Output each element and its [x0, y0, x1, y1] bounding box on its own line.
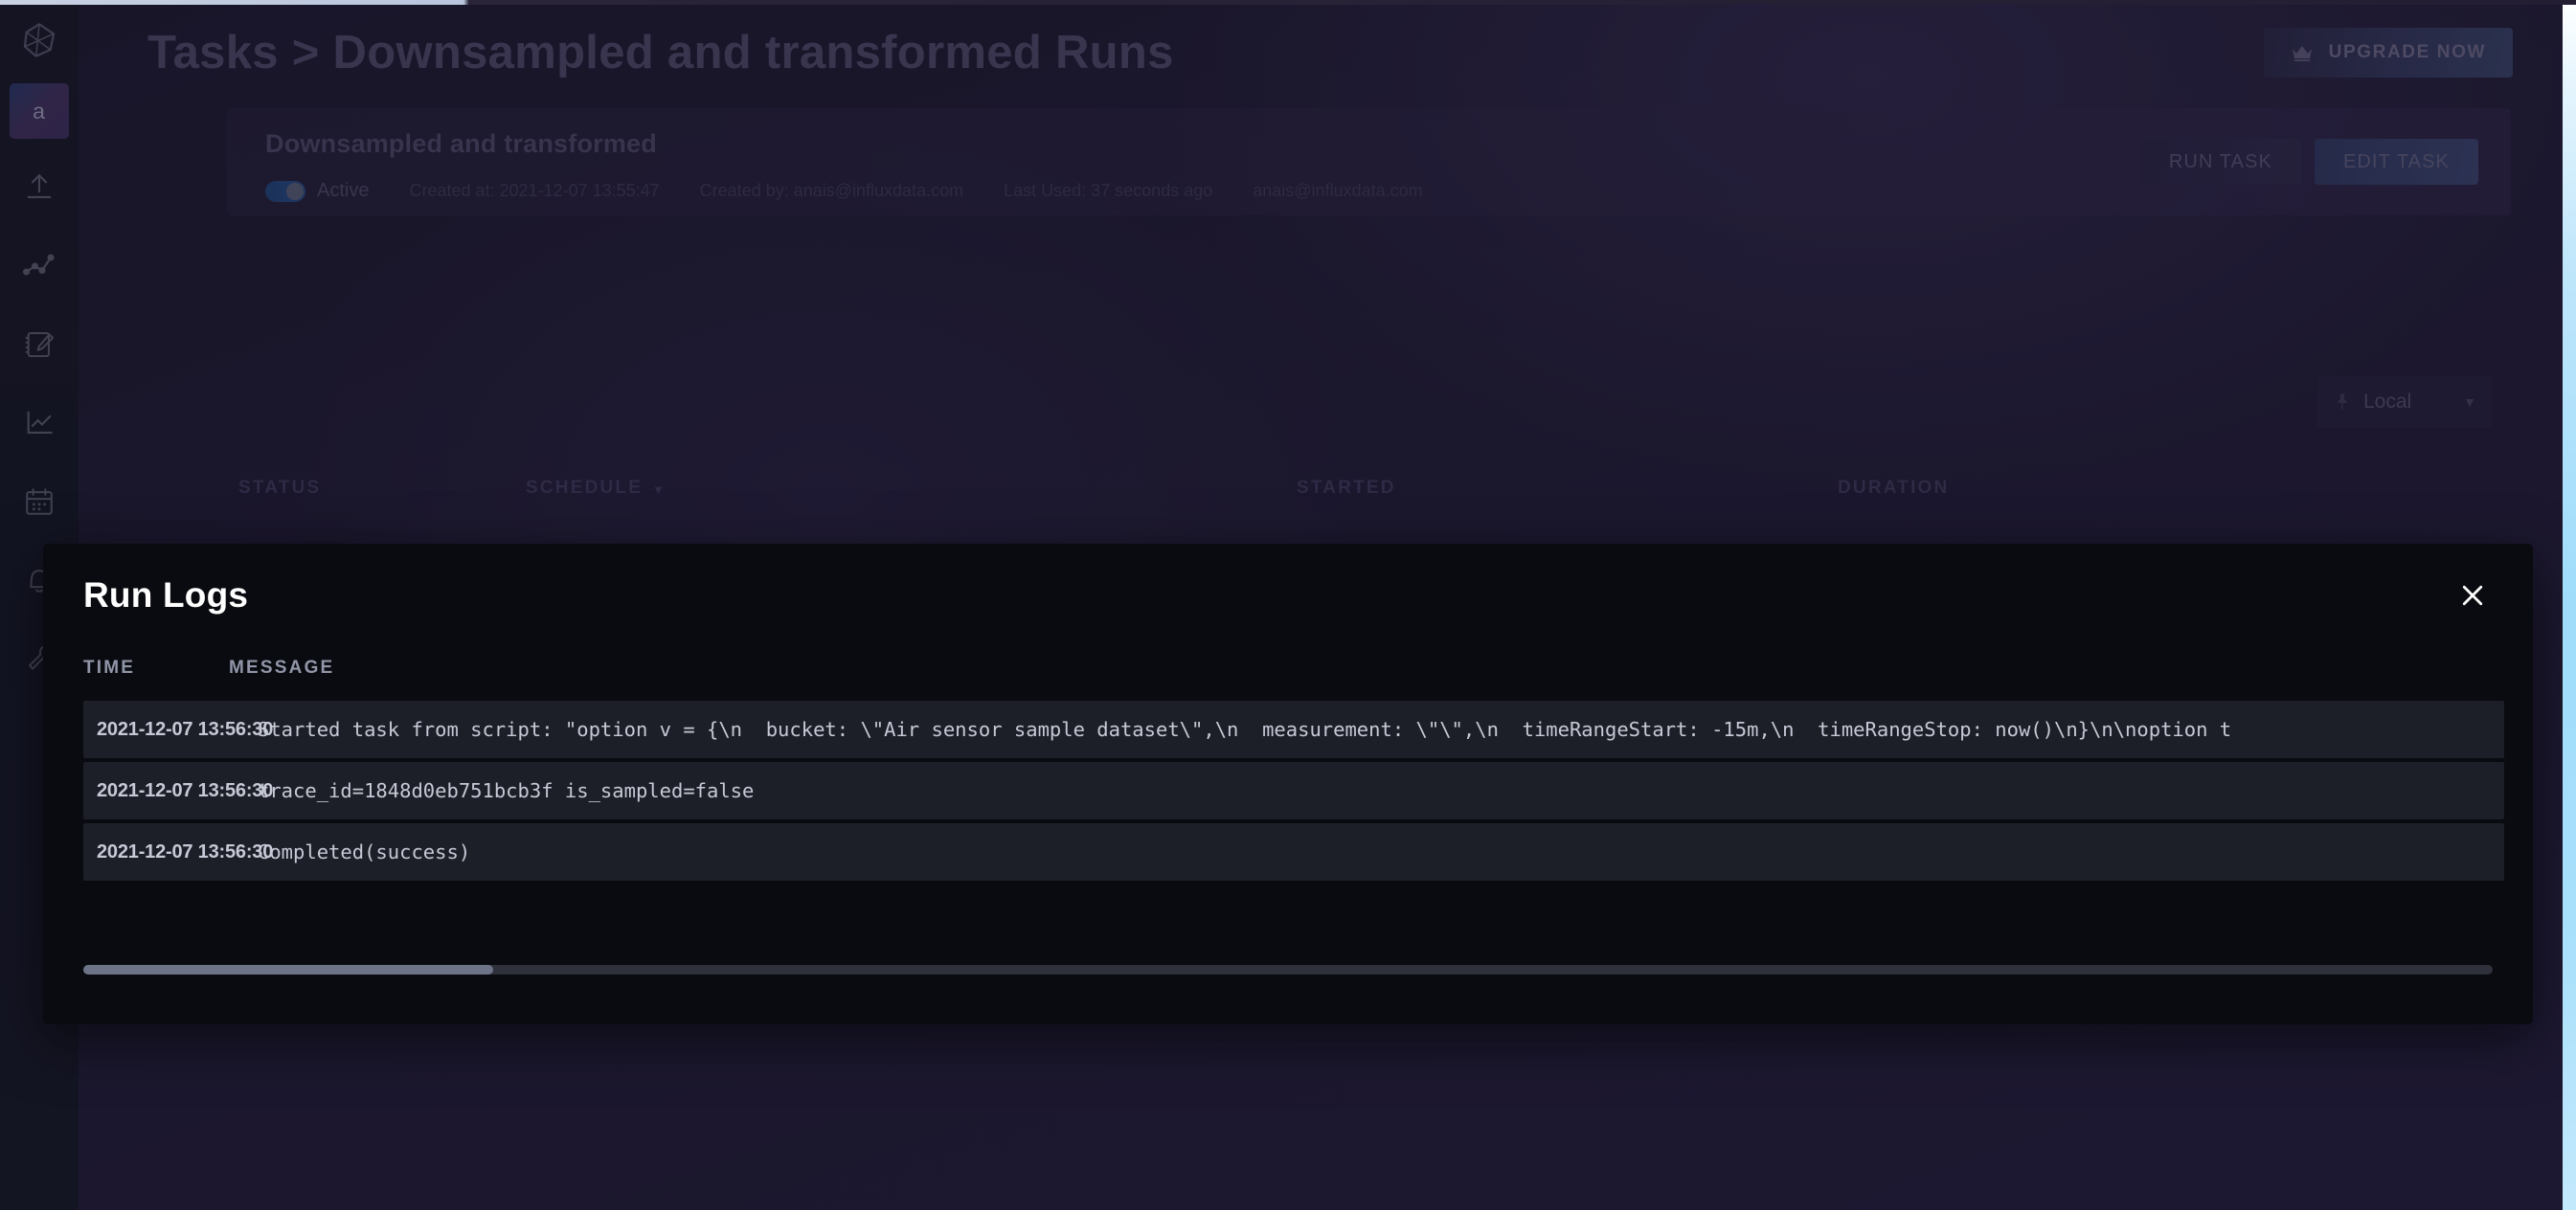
- run-logs-modal: Run Logs TIME MESSAGE 2021-12-07 13:56:3…: [43, 544, 2533, 1024]
- app-root: a Tasks > Downsampled and transformed Ru…: [0, 0, 2576, 1210]
- log-time: 2021-12-07 13:56:30: [97, 779, 274, 801]
- logs-horizontal-scrollbar[interactable]: [83, 965, 2493, 975]
- log-message: Started task from script: "option v = {\…: [258, 718, 2232, 741]
- page-vertical-scrollbar[interactable]: [2563, 0, 2576, 1210]
- logs-column-message: MESSAGE: [229, 658, 335, 678]
- log-time: 2021-12-07 13:56:30: [97, 718, 274, 740]
- logs-table-body: 2021-12-07 13:56:30 Started task from sc…: [43, 689, 2533, 881]
- logs-column-time: TIME: [83, 658, 136, 678]
- log-time: 2021-12-07 13:56:30: [97, 840, 274, 863]
- logs-table-header: TIME MESSAGE: [43, 647, 2533, 689]
- table-row[interactable]: 2021-12-07 13:56:30 trace_id=1848d0eb751…: [83, 762, 2504, 819]
- log-message: trace_id=1848d0eb751bcb3f is_sampled=fal…: [258, 779, 755, 802]
- modal-title: Run Logs: [83, 575, 249, 615]
- close-icon[interactable]: [2451, 573, 2495, 617]
- table-row[interactable]: 2021-12-07 13:56:30 Completed(success): [83, 823, 2504, 881]
- log-message: Completed(success): [258, 840, 471, 863]
- table-row[interactable]: 2021-12-07 13:56:30 Started task from sc…: [83, 701, 2504, 758]
- logs-scrollbar-thumb[interactable]: [83, 965, 493, 975]
- modal-header: Run Logs: [43, 544, 2533, 647]
- window-top-strip: [0, 0, 2576, 5]
